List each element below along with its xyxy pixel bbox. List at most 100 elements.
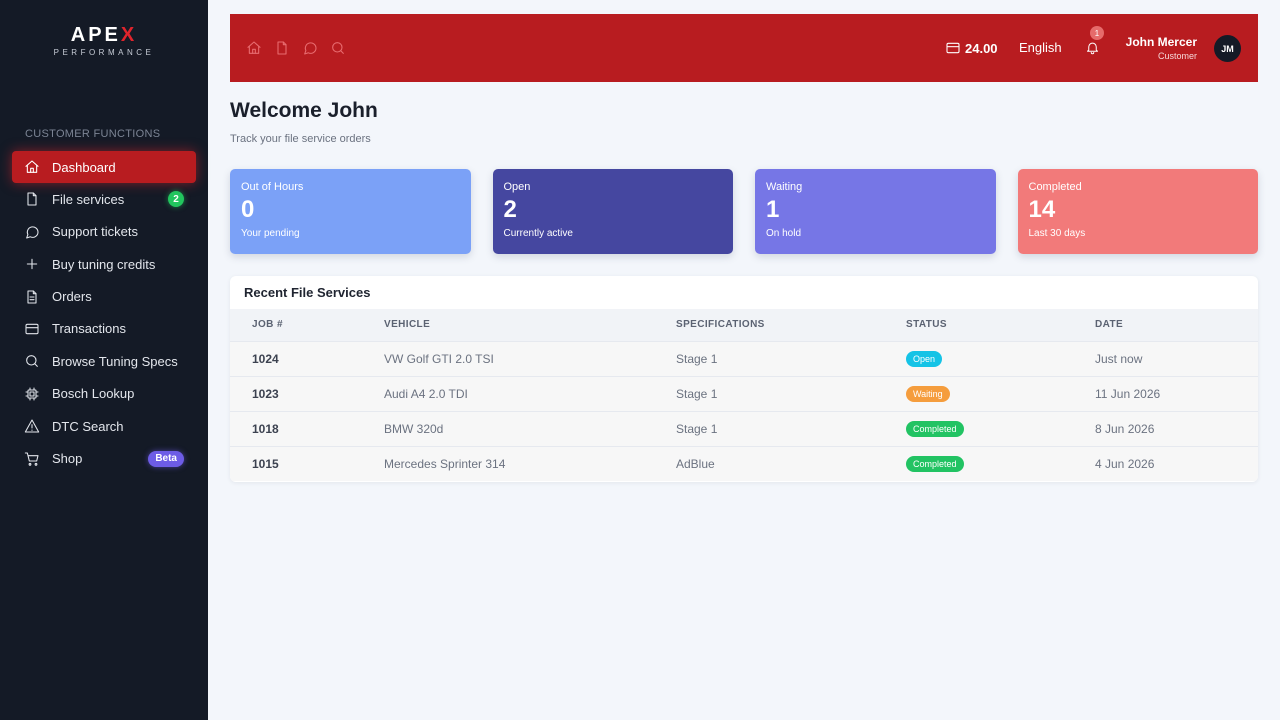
- stat-card-label: Completed: [1028, 181, 1082, 193]
- sidebar-item-shop[interactable]: Shop Beta: [12, 443, 196, 475]
- plus-icon: [26, 258, 38, 270]
- status-badge: Open: [906, 350, 943, 367]
- sidebar-item-label: Buy tuning credits: [52, 256, 156, 272]
- chat-icon[interactable]: [302, 40, 318, 56]
- status-cell: Waiting: [906, 376, 1095, 411]
- sidebar-section-label: CUSTOMER FUNCTIONS: [25, 128, 161, 140]
- sidebar-item-orders[interactable]: Orders: [12, 281, 196, 313]
- status-badge: Completed: [906, 455, 964, 472]
- stat-card-note: On hold: [766, 228, 802, 239]
- sidebar-item-label: Orders: [52, 289, 92, 305]
- stat-card-completed[interactable]: Completed 14 Last 30 days: [1017, 169, 1258, 254]
- table-row[interactable]: 1023 Audi A4 2.0 TDI Stage 1 Waiting 11 …: [230, 376, 1258, 411]
- specification: AdBlue: [676, 456, 715, 471]
- stat-card-value: 14: [1028, 196, 1056, 223]
- stat-card-open[interactable]: Open 2 Currently active: [492, 169, 733, 254]
- sidebar-item-label: DTC Search: [52, 418, 124, 434]
- credit-card-icon: [25, 323, 39, 335]
- bell-icon: [1087, 42, 1098, 55]
- table-header-row: JOB # VEHICLE SPECIFICATIONS STATUS DATE: [230, 309, 1258, 341]
- column-header-date[interactable]: DATE: [1095, 309, 1258, 341]
- job-number[interactable]: 1015: [230, 446, 384, 481]
- file-icon: [27, 192, 37, 206]
- user-role: Customer: [1157, 51, 1197, 61]
- search-icon[interactable]: [330, 40, 346, 56]
- panel-title: Recent File Services: [244, 285, 371, 300]
- brand-name: APEX: [70, 24, 138, 46]
- table-row[interactable]: 1024 VW Golf GTI 2.0 TSI Stage 1 Open Ju…: [230, 341, 1258, 376]
- column-header-specifications[interactable]: SPECIFICATIONS: [676, 309, 906, 341]
- status-badge: Completed: [906, 420, 964, 437]
- column-header-job[interactable]: JOB #: [230, 309, 384, 341]
- stat-card-value: 1: [766, 196, 780, 223]
- status-cell: Completed: [906, 446, 1095, 481]
- top-header: 24.00 English 1 John Mercer Customer JM: [230, 14, 1258, 82]
- sidebar-item-transactions[interactable]: Transactions: [12, 313, 196, 345]
- sidebar-item-bosch-lookup[interactable]: Bosch Lookup: [12, 378, 196, 410]
- date: Just now: [1095, 351, 1143, 366]
- home-icon: [25, 160, 39, 173]
- notifications-button[interactable]: [1085, 40, 1100, 60]
- stat-card-note: Last 30 days: [1028, 228, 1086, 239]
- sidebar-item-label: File services: [52, 191, 125, 207]
- language-selector[interactable]: English: [1019, 40, 1062, 55]
- chat-icon: [26, 226, 39, 239]
- date: 4 Jun 2026: [1095, 456, 1155, 471]
- sidebar-nav: Dashboard File services 2 Support ticket…: [12, 151, 196, 475]
- credit-balance-value: 24.00: [965, 40, 998, 56]
- vehicle: Mercedes Sprinter 314: [384, 456, 506, 471]
- sidebar-item-label: Shop: [52, 451, 83, 467]
- stat-card-waiting[interactable]: Waiting 1 On hold: [755, 169, 996, 254]
- status-cell: Open: [906, 341, 1095, 376]
- specification: Stage 1: [676, 421, 718, 436]
- stat-card-value: 0: [241, 196, 255, 223]
- avatar[interactable]: JM: [1214, 35, 1241, 62]
- sidebar-item-label: Browse Tuning Specs: [52, 353, 178, 369]
- notification-count-badge: 1: [1090, 26, 1104, 40]
- vehicle: VW Golf GTI 2.0 TSI: [384, 351, 494, 366]
- status-cell: Completed: [906, 411, 1095, 446]
- sidebar-item-buy-tuning-credits[interactable]: Buy tuning credits: [12, 248, 196, 280]
- job-number[interactable]: 1018: [230, 411, 384, 446]
- column-header-vehicle[interactable]: VEHICLE: [384, 309, 676, 341]
- column-header-status[interactable]: STATUS: [906, 309, 1095, 341]
- beta-badge: Beta: [148, 450, 184, 467]
- chip-icon: [25, 387, 39, 401]
- stat-card-note: Currently active: [503, 228, 573, 239]
- header-shortcuts: [246, 40, 346, 56]
- sidebar-item-dashboard[interactable]: Dashboard: [12, 151, 196, 183]
- sidebar-item-label: Transactions: [52, 321, 126, 337]
- sidebar-item-label: Support tickets: [52, 224, 138, 240]
- file-services-count-badge: 2: [168, 191, 184, 208]
- sidebar-item-support-tickets[interactable]: Support tickets: [12, 216, 196, 248]
- sidebar-item-dtc-search[interactable]: DTC Search: [12, 410, 196, 442]
- sidebar-item-file-services[interactable]: File services 2: [12, 183, 196, 215]
- specification: Stage 1: [676, 386, 718, 401]
- home-icon[interactable]: [246, 40, 262, 56]
- credit-balance[interactable]: 24.00: [945, 40, 998, 56]
- status-badge: Waiting: [906, 385, 950, 402]
- user-name[interactable]: John Mercer: [1126, 35, 1197, 49]
- stat-card-note: Your pending: [241, 228, 300, 239]
- sidebar-item-browse-tuning-specs[interactable]: Browse Tuning Specs: [12, 345, 196, 377]
- page-title: Welcome John: [230, 99, 378, 122]
- file-icon[interactable]: [274, 40, 290, 56]
- date: 8 Jun 2026: [1095, 421, 1155, 436]
- table-row[interactable]: 1015 Mercedes Sprinter 314 AdBlue Comple…: [230, 446, 1258, 481]
- brand-tagline: PERFORMANCE: [53, 48, 155, 57]
- table-row[interactable]: 1018 BMW 320d Stage 1 Completed 8 Jun 20…: [230, 411, 1258, 446]
- vehicle: BMW 320d: [384, 421, 444, 436]
- sidebar-item-label: Dashboard: [52, 159, 116, 175]
- stat-card-out-of-hours[interactable]: Out of Hours 0 Your pending: [230, 169, 471, 254]
- page-subtitle: Track your file service orders: [230, 133, 371, 145]
- date: 11 Jun 2026: [1095, 386, 1161, 401]
- stat-card-value: 2: [503, 196, 517, 223]
- sidebar-item-label: Bosch Lookup: [52, 386, 135, 402]
- job-number[interactable]: 1023: [230, 376, 384, 411]
- brand-logo[interactable]: APEX PERFORMANCE: [0, 24, 208, 57]
- credit-card-icon: [946, 42, 960, 54]
- specification: Stage 1: [676, 351, 718, 366]
- stat-cards: Out of Hours 0 Your pending Open 2 Curre…: [230, 169, 1258, 254]
- stat-card-label: Out of Hours: [241, 181, 304, 193]
- job-number[interactable]: 1024: [230, 341, 384, 376]
